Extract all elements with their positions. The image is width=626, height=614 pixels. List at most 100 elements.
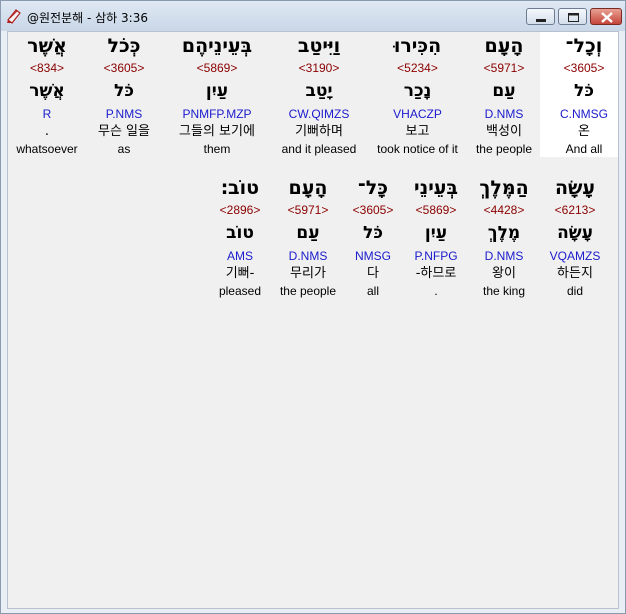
korean-gloss: 백성이 bbox=[486, 124, 522, 139]
parsing-code: C.NMSG bbox=[560, 107, 608, 121]
hebrew-lemma: עָשָׂה bbox=[557, 223, 593, 243]
word-card[interactable]: בְּעֵינֵי <5869> עַיִן P.NFPG -하므로 . bbox=[399, 174, 473, 299]
korean-gloss: 왕이 bbox=[492, 266, 516, 281]
strong-number: <6213> bbox=[554, 203, 596, 217]
english-gloss: did bbox=[566, 284, 583, 298]
korean-gloss: 다 bbox=[367, 266, 379, 281]
english-gloss: And all bbox=[565, 142, 603, 156]
strong-number: <3605> bbox=[352, 203, 394, 217]
english-gloss: the people bbox=[475, 142, 533, 156]
hebrew-word: אֲשֶׁר bbox=[27, 35, 67, 57]
korean-gloss: 온 bbox=[578, 124, 590, 139]
strong-number: <5971> bbox=[483, 61, 525, 75]
hebrew-word: הָעָם bbox=[288, 177, 328, 199]
pencil-book-icon[interactable] bbox=[6, 8, 22, 24]
strong-number: <5869> bbox=[415, 203, 457, 217]
close-button[interactable] bbox=[590, 8, 622, 25]
word-card[interactable]: הָעָם <5971> עַם D.NMS 백성이 the people bbox=[460, 32, 548, 157]
english-gloss: the king bbox=[482, 284, 526, 298]
korean-gloss: 기뻐- bbox=[225, 266, 255, 281]
strong-number: <5234> bbox=[397, 61, 438, 75]
hebrew-word: הָעָם bbox=[484, 35, 524, 57]
parsing-code: D.NMS bbox=[484, 249, 524, 263]
hebrew-lemma: נָכַר bbox=[403, 81, 432, 101]
strong-number: <5869> bbox=[196, 61, 238, 75]
parsing-code: AMS bbox=[226, 249, 253, 263]
word-card[interactable]: וַיִּיטַב <3190> יָטַב CW.QIMZS 기뻐하며 and… bbox=[273, 32, 365, 157]
korean-gloss: . bbox=[44, 124, 50, 139]
korean-gloss: 그들의 보기에 bbox=[179, 124, 255, 139]
word-card[interactable]: טוֹב׃ <2896> טוֹב AMS 기뻐- pleased bbox=[208, 174, 272, 299]
title-bar[interactable]: @원전분해 - 삼하 3:36 bbox=[1, 1, 625, 31]
hebrew-lemma: טוֹב bbox=[226, 223, 254, 243]
word-card[interactable]: וְכָל־ <3605> כֹּל C.NMSG 온 And all bbox=[540, 32, 618, 157]
word-card[interactable]: בְּעֵינֵיהֶם <5869> עַיִן PNMFP.MZP 그들의 … bbox=[168, 32, 266, 157]
word-card[interactable]: אֲשֶׁר <834> אֲשֶׁר R . whatsoever bbox=[8, 32, 86, 157]
window-title: @원전분해 - 삼하 3:36 bbox=[27, 11, 148, 25]
hebrew-word: וַיִּיטַב bbox=[297, 35, 341, 57]
parsing-code: D.NMS bbox=[288, 249, 328, 263]
hebrew-word: עָשָׂה bbox=[554, 177, 596, 199]
korean-gloss: 기뻐하며 bbox=[295, 124, 343, 139]
english-gloss: all bbox=[366, 284, 379, 298]
korean-gloss: -하므로 bbox=[415, 266, 457, 281]
english-gloss: . bbox=[434, 284, 438, 298]
english-gloss: pleased bbox=[218, 284, 262, 298]
hebrew-lemma: אֲשֶׁר bbox=[29, 81, 65, 101]
hebrew-lemma: עַיִן bbox=[205, 81, 229, 101]
hebrew-lemma: עַם bbox=[296, 223, 320, 243]
english-gloss: took notice of it bbox=[377, 142, 458, 156]
korean-gloss: 보고 bbox=[405, 124, 430, 139]
hebrew-word: וְכָל־ bbox=[565, 35, 603, 57]
close-icon bbox=[601, 12, 613, 23]
strong-number: <3605> bbox=[563, 61, 605, 75]
english-gloss: the people bbox=[279, 284, 337, 298]
hebrew-word: כָּל־ bbox=[357, 177, 389, 199]
parsing-code: CW.QIMZS bbox=[288, 107, 350, 121]
korean-gloss: 하든지 bbox=[557, 266, 593, 281]
maximize-button[interactable] bbox=[558, 8, 587, 25]
hebrew-lemma: כֹּל bbox=[114, 81, 134, 101]
hebrew-word: כְּכֹל bbox=[107, 35, 141, 57]
hebrew-word: בְּעֵינֵי bbox=[413, 177, 458, 199]
parsing-code: VHACZP bbox=[393, 107, 442, 121]
word-card[interactable]: הַמֶּלֶךְ <4428> מֶלֶךְ D.NMS 왕이 the kin… bbox=[466, 174, 542, 299]
parsing-code: R bbox=[42, 107, 52, 121]
english-gloss: whatsoever bbox=[16, 142, 78, 156]
minimize-icon bbox=[536, 19, 546, 22]
hebrew-word: הִכִּירוּ bbox=[393, 35, 442, 57]
parsing-code: PNMFP.MZP bbox=[182, 107, 252, 121]
parsing-code: NMSG bbox=[355, 249, 391, 263]
strong-number: <4428> bbox=[483, 203, 525, 217]
hebrew-lemma: עַם bbox=[492, 81, 516, 101]
hebrew-lemma: כֹּל bbox=[574, 81, 594, 101]
word-card[interactable]: כְּכֹל <3605> כֹּל P.NMS 무슨 일을 as bbox=[86, 32, 162, 157]
strong-number: <3190> bbox=[298, 61, 340, 75]
hebrew-lemma: מֶלֶךְ bbox=[487, 223, 521, 243]
english-gloss: and it pleased bbox=[281, 142, 357, 156]
korean-gloss: 무리가 bbox=[290, 266, 326, 281]
parsing-code: D.NMS bbox=[484, 107, 524, 121]
strong-number: <834> bbox=[29, 61, 65, 75]
word-card[interactable]: הִכִּירוּ <5234> נָכַר VHACZP 보고 took no… bbox=[365, 32, 470, 157]
maximize-icon bbox=[568, 13, 579, 22]
word-card[interactable]: עָשָׂה <6213> עָשָׂה VQAMZS 하든지 did bbox=[534, 174, 616, 299]
strong-number: <2896> bbox=[219, 203, 261, 217]
strong-number: <3605> bbox=[103, 61, 145, 75]
hebrew-word: הַמֶּלֶךְ bbox=[479, 177, 529, 199]
parsing-code: VQAMZS bbox=[549, 249, 601, 263]
parsing-code: P.NFPG bbox=[414, 249, 458, 263]
hebrew-lemma: יָטַב bbox=[305, 81, 333, 101]
analysis-panel: וְכָל־ <3605> כֹּל C.NMSG 온 And all הָעָ… bbox=[7, 31, 619, 609]
korean-gloss: 무슨 일을 bbox=[98, 124, 150, 139]
english-gloss: them bbox=[203, 142, 231, 156]
minimize-button[interactable] bbox=[526, 8, 555, 25]
hebrew-word: בְּעֵינֵיהֶם bbox=[181, 35, 253, 57]
hebrew-lemma: עַיִן bbox=[424, 223, 448, 243]
word-card[interactable]: כָּל־ <3605> כֹּל NMSG 다 all bbox=[342, 174, 404, 299]
hebrew-lemma: כֹּל bbox=[363, 223, 383, 243]
word-card[interactable]: הָעָם <5971> עַם D.NMS 무리가 the people bbox=[267, 174, 349, 299]
parsing-code: P.NMS bbox=[105, 107, 143, 121]
english-gloss: as bbox=[117, 142, 131, 156]
strong-number: <5971> bbox=[287, 203, 329, 217]
